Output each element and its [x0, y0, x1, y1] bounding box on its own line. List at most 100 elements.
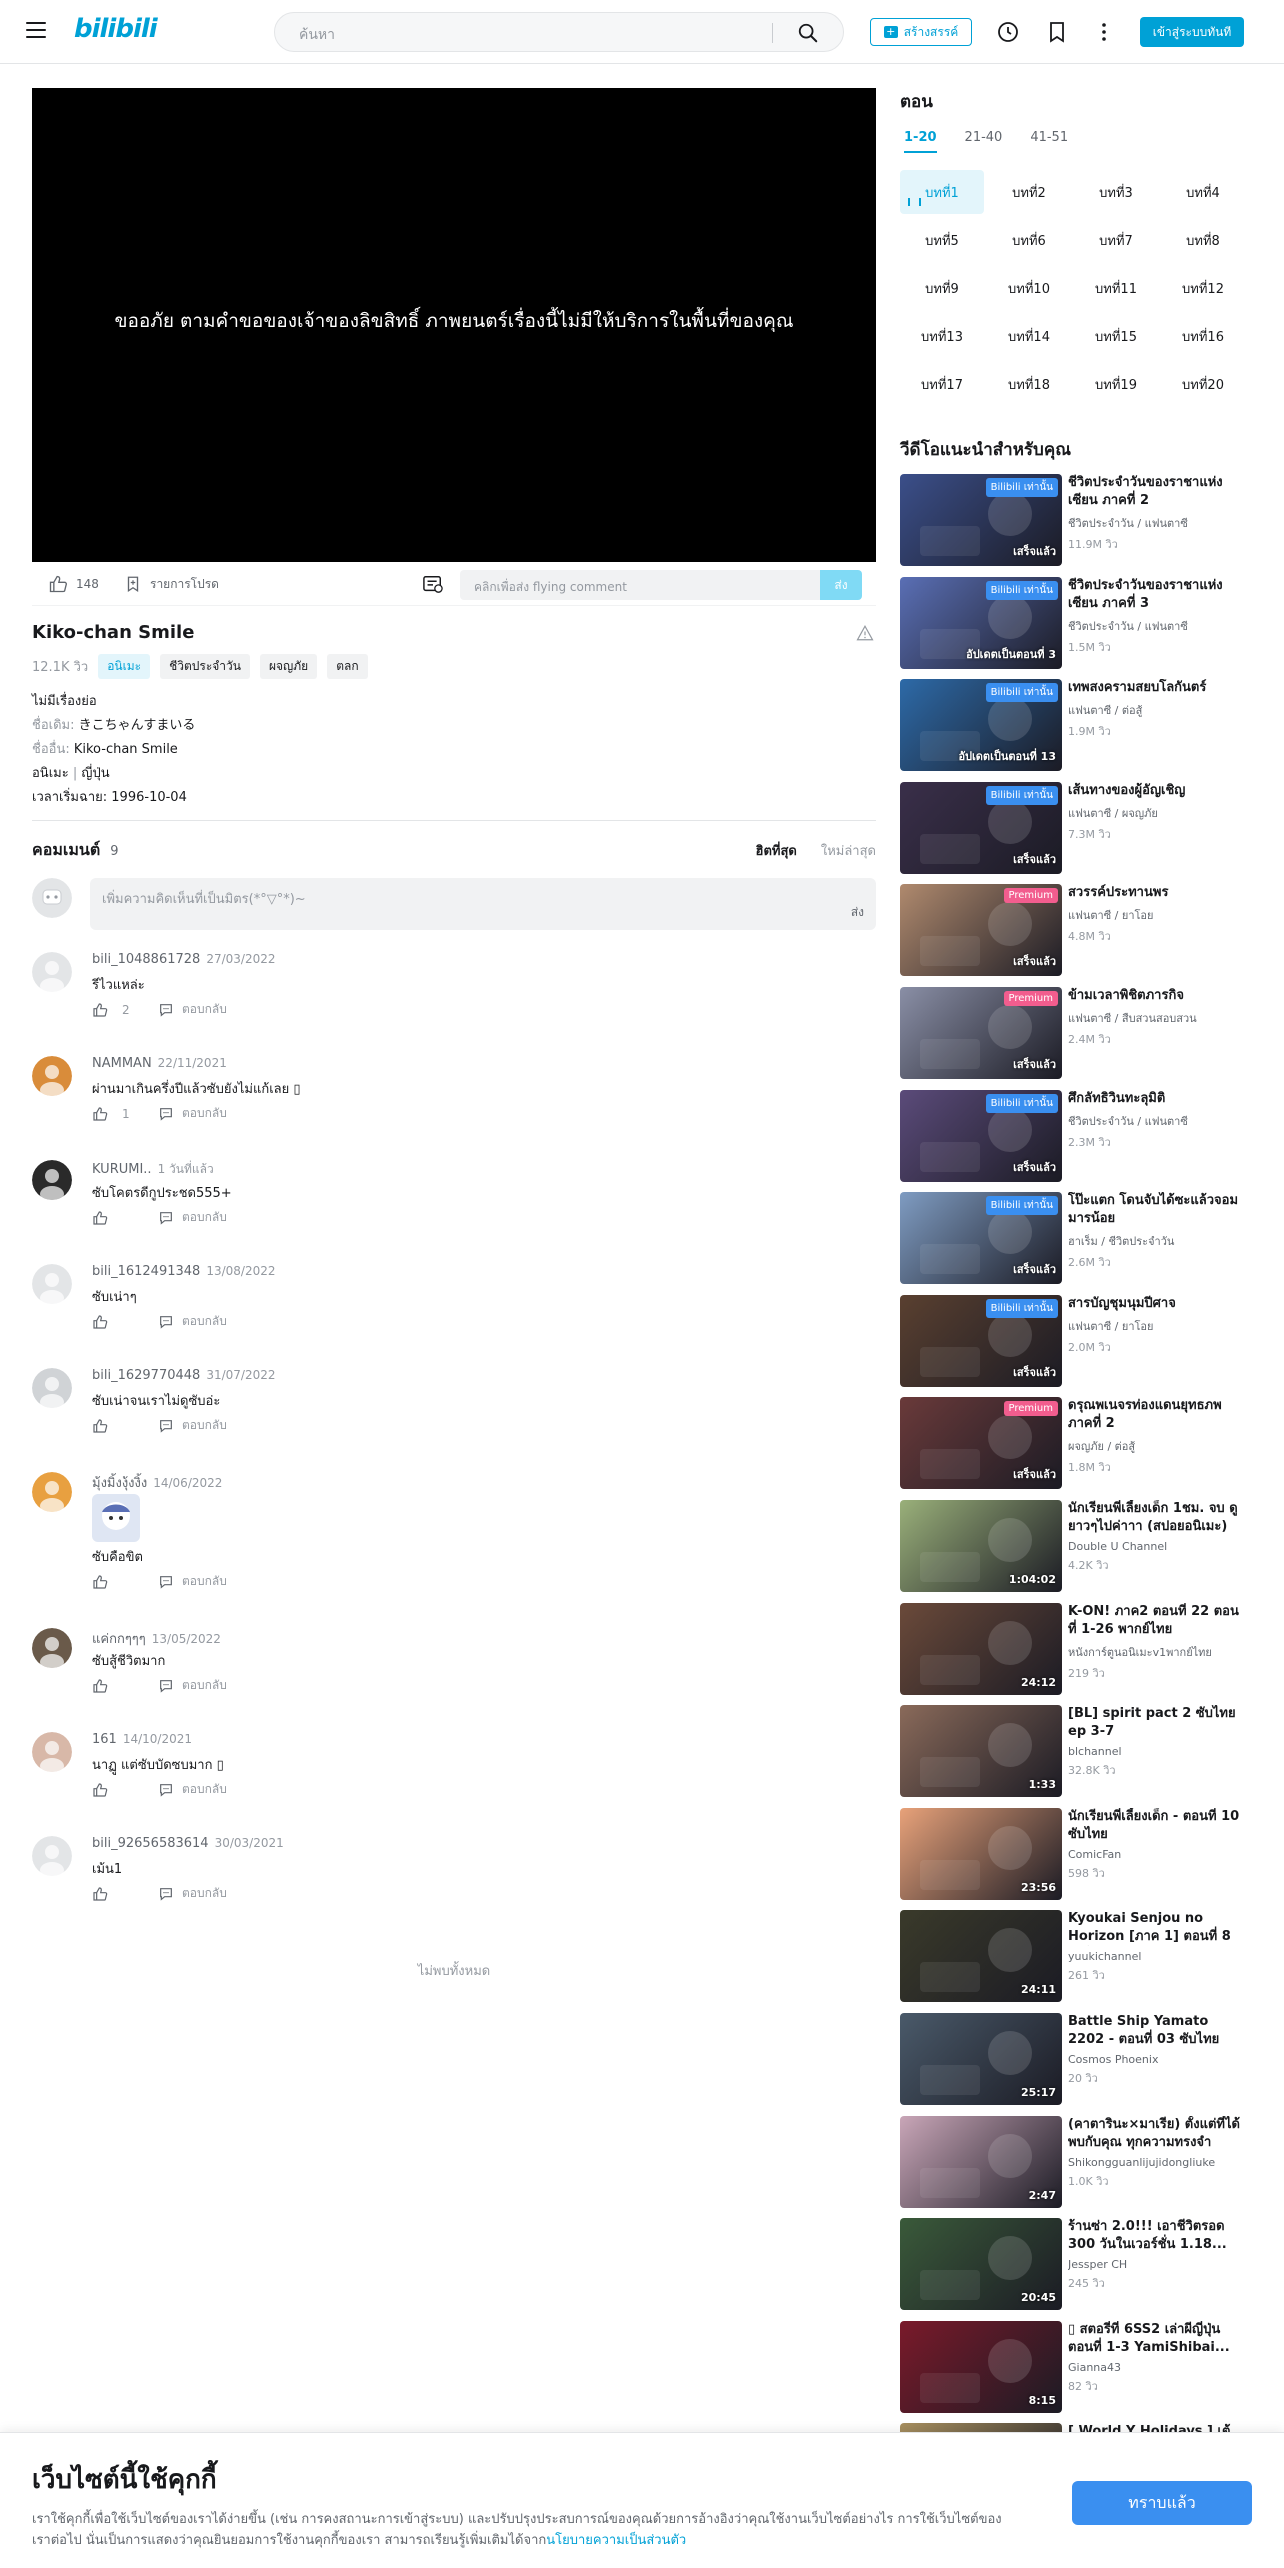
comment-reply-button[interactable]: ตอบกลับ — [158, 1312, 227, 1331]
comment-like-button[interactable] — [92, 1314, 158, 1330]
recommend-item[interactable]: Premium เสร็จแล้ว ข้ามเวลาพิชิตภารกิจ แฟนตา… — [900, 987, 1244, 1079]
video-thumbnail[interactable]: Bilibili เท่านั้น เสร็จแล้ว — [900, 1192, 1062, 1284]
episode-item[interactable]: บทที่16 — [1161, 314, 1245, 358]
recommend-item[interactable]: 2:47 (คาตารินะ×มาเรีย) ตั้งแต่ที่ได้พบกับ… — [900, 2116, 1244, 2208]
episode-item[interactable]: บทที่8 — [1161, 218, 1245, 262]
episode-tab[interactable]: 21-40 — [965, 130, 1003, 153]
search-icon[interactable] — [797, 22, 819, 44]
video-thumbnail[interactable]: 24:12 — [900, 1603, 1062, 1695]
video-name[interactable]: Kyoukai Senjou no Horizon [ภาค 1] ตอนที่… — [1068, 1910, 1244, 1946]
video-player[interactable]: ขออภัย ตามคำขอของเจ้าของลิขสิทธิ์ ภาพยนต… — [32, 88, 876, 562]
video-thumbnail[interactable]: Premium เสร็จแล้ว — [900, 1397, 1062, 1489]
comment-like-button[interactable] — [92, 1678, 158, 1694]
episode-item[interactable]: บทที่12 — [1161, 266, 1245, 310]
create-button[interactable]: + สร้างสรรค์ — [870, 18, 972, 46]
video-name[interactable]: ศึกลัทธิวินทะลุมิติ — [1068, 1090, 1244, 1108]
recommend-item[interactable]: Bilibili เท่านั้น อัปเดตเป็นตอนที่ 3 ชีวิต… — [900, 577, 1244, 669]
comment-reply-button[interactable]: ตอบกลับ — [158, 1104, 227, 1123]
tag-item[interactable]: ตลก — [327, 654, 368, 679]
video-thumbnail[interactable]: 8:15 — [900, 2321, 1062, 2413]
bookmark-icon[interactable] — [1045, 20, 1069, 44]
video-thumbnail[interactable]: Bilibili เท่านั้น อัปเดตเป็นตอนที่ 3 — [900, 577, 1062, 669]
video-thumbnail[interactable]: Bilibili เท่านั้น เสร็จแล้ว — [900, 1090, 1062, 1182]
video-thumbnail[interactable]: 1:04:02 — [900, 1500, 1062, 1592]
recommend-item[interactable]: Bilibili เท่านั้น เสร็จแล้ว ชีวิตประจำวันข… — [900, 474, 1244, 566]
comment-like-button[interactable] — [92, 1418, 158, 1434]
episode-item[interactable]: บทที่4 — [1161, 170, 1245, 214]
episode-item[interactable]: บทที่19 — [1074, 362, 1158, 406]
like-button[interactable]: 148 — [48, 574, 99, 594]
menu-icon[interactable] — [26, 22, 46, 38]
commenter-avatar[interactable] — [32, 1836, 72, 1876]
recommend-item[interactable]: 1:04:02 นักเรียนพี่เลี้ยงเด็ก 1ชม. จบ ดูย… — [900, 1500, 1244, 1592]
video-thumbnail[interactable]: 20:45 — [900, 2218, 1062, 2310]
video-name[interactable]: โป๊ะแตก โดนจับได้ซะแล้วจอมมารน้อย — [1068, 1192, 1244, 1228]
video-name[interactable]: นักเรียนพี่เลี้ยงเด็ก - ตอนที่ 10 ซับไทย — [1068, 1808, 1244, 1844]
tag-item[interactable]: อนิเมะ — [98, 654, 151, 679]
recommend-item[interactable]: 24:12 K-ON! ภาค2 ตอนที่ 22 ตอนที่ 1-26 พา… — [900, 1603, 1244, 1695]
video-thumbnail[interactable]: 24:11 — [900, 1910, 1062, 2002]
favorite-button[interactable]: รายการโปรด — [124, 574, 219, 594]
video-name[interactable]: สวรรค์ประทานพร — [1068, 884, 1244, 902]
commenter-name[interactable]: KURUMI.. 1 วันที่แล้ว — [92, 1160, 214, 1179]
video-name[interactable]: ดรุณพเนจรท่องแดนยุทธภพ ภาคที่ 2 — [1068, 1397, 1244, 1433]
video-name[interactable]: เส้นทางของผู้อัญเชิญ — [1068, 782, 1244, 800]
commenter-avatar[interactable] — [32, 1628, 72, 1668]
video-thumbnail[interactable]: Premium เสร็จแล้ว — [900, 884, 1062, 976]
cookie-accept-button[interactable]: ทราบแล้ว — [1072, 2481, 1252, 2525]
recommend-item[interactable]: 1:33 [BL] spirit pact 2 ซับไทย ep 3-7 blch… — [900, 1705, 1244, 1797]
video-thumbnail[interactable]: 2:47 — [900, 2116, 1062, 2208]
recommend-item[interactable]: Bilibili เท่านั้น อัปเดตเป็นตอนที่ 13 เทพส… — [900, 679, 1244, 771]
recommend-item[interactable]: Bilibili เท่านั้น เสร็จแล้ว เส้นทางของผู้อ… — [900, 782, 1244, 874]
video-name[interactable]: K-ON! ภาค2 ตอนที่ 22 ตอนที่ 1-26 พากย์ไท… — [1068, 1603, 1244, 1639]
commenter-name[interactable]: มุ้งมิ้งงุ้งงิ้ง 14/06/2022 — [92, 1472, 222, 1493]
commenter-name[interactable]: bili_1629770448 31/07/2022 — [92, 1368, 275, 1383]
search-input[interactable]: ค้นหา — [299, 24, 335, 46]
episode-tab[interactable]: 1-20 — [904, 130, 937, 153]
danmaku-input[interactable]: คลิกเพื่อส่ง flying comment — [460, 570, 820, 600]
commenter-name[interactable]: bili_92656583614 30/03/2021 — [92, 1836, 284, 1851]
video-thumbnail[interactable]: Bilibili เท่านั้น อัปเดตเป็นตอนที่ 13 — [900, 679, 1062, 771]
episode-item[interactable]: บทที่17 — [900, 362, 984, 406]
episode-item[interactable]: บทที่11 — [1074, 266, 1158, 310]
report-icon[interactable] — [856, 624, 874, 642]
video-name[interactable]: ร้านซ่า 2.0!!! เอาชีวิตรอด 300 วันในเวอร… — [1068, 2218, 1244, 2254]
comment-reply-button[interactable]: ตอบกลับ — [158, 1572, 227, 1591]
commenter-name[interactable]: bili_1048861728 27/03/2022 — [92, 952, 275, 967]
recommend-item[interactable]: 8:15 ▯ สตอรี่ที่ 6SS2 เล่าผีญี่ปุ่น ตอนที… — [900, 2321, 1244, 2413]
comment-like-button[interactable] — [92, 1782, 158, 1798]
comment-send-button[interactable]: ส่ง — [851, 903, 864, 922]
commenter-name[interactable]: NAMMAN 22/11/2021 — [92, 1056, 227, 1071]
danmaku-send-button[interactable]: ส่ง — [820, 570, 862, 600]
comment-like-button[interactable] — [92, 1886, 158, 1902]
episode-item[interactable]: บทที่6 — [987, 218, 1071, 262]
tag-item[interactable]: ชีวิตประจำวัน — [160, 654, 250, 679]
episode-item[interactable]: บทที่20 — [1161, 362, 1245, 406]
danmaku-settings-icon[interactable] — [422, 574, 444, 594]
commenter-name[interactable]: bili_1612491348 13/08/2022 — [92, 1264, 275, 1279]
video-thumbnail[interactable]: 1:33 — [900, 1705, 1062, 1797]
video-name[interactable]: ชีวิตประจำวันของราชาแห่งเซียน ภาคที่ 2 — [1068, 474, 1244, 510]
episode-item[interactable]: บทที่7 — [1074, 218, 1158, 262]
video-name[interactable]: ชีวิตประจำวันของราชาแห่งเซียน ภาคที่ 3 — [1068, 577, 1244, 613]
commenter-avatar[interactable] — [32, 1472, 72, 1512]
commenter-avatar[interactable] — [32, 1732, 72, 1772]
episode-item[interactable]: บทที่14 — [987, 314, 1071, 358]
comment-reply-button[interactable]: ตอบกลับ — [158, 1000, 227, 1019]
video-thumbnail[interactable]: 23:56 — [900, 1808, 1062, 1900]
commenter-avatar[interactable] — [32, 1056, 72, 1096]
commenter-avatar[interactable] — [32, 1368, 72, 1408]
bilibili-logo[interactable]: bilibili — [74, 14, 158, 44]
history-icon[interactable] — [996, 20, 1020, 44]
comment-like-button[interactable] — [92, 1210, 158, 1226]
video-name[interactable]: เทพสงครามสยบโลกันตร์ — [1068, 679, 1244, 697]
sort-new-tab[interactable]: ใหม่ล่าสุด — [821, 840, 876, 861]
episode-item[interactable]: บทที่3 — [1074, 170, 1158, 214]
episode-item[interactable]: บทที่13 — [900, 314, 984, 358]
recommend-item[interactable]: Premium เสร็จแล้ว ดรุณพเนจรท่องแดนยุทธภพ ภ… — [900, 1397, 1244, 1489]
tag-item[interactable]: ผจญภัย — [259, 654, 318, 679]
recommend-item[interactable]: 24:11 Kyoukai Senjou no Horizon [ภาค 1] ต… — [900, 1910, 1244, 2002]
more-options-icon[interactable] — [1092, 20, 1116, 44]
comment-like-button[interactable]: 2 — [92, 1002, 158, 1018]
video-thumbnail[interactable]: Premium เสร็จแล้ว — [900, 987, 1062, 1079]
